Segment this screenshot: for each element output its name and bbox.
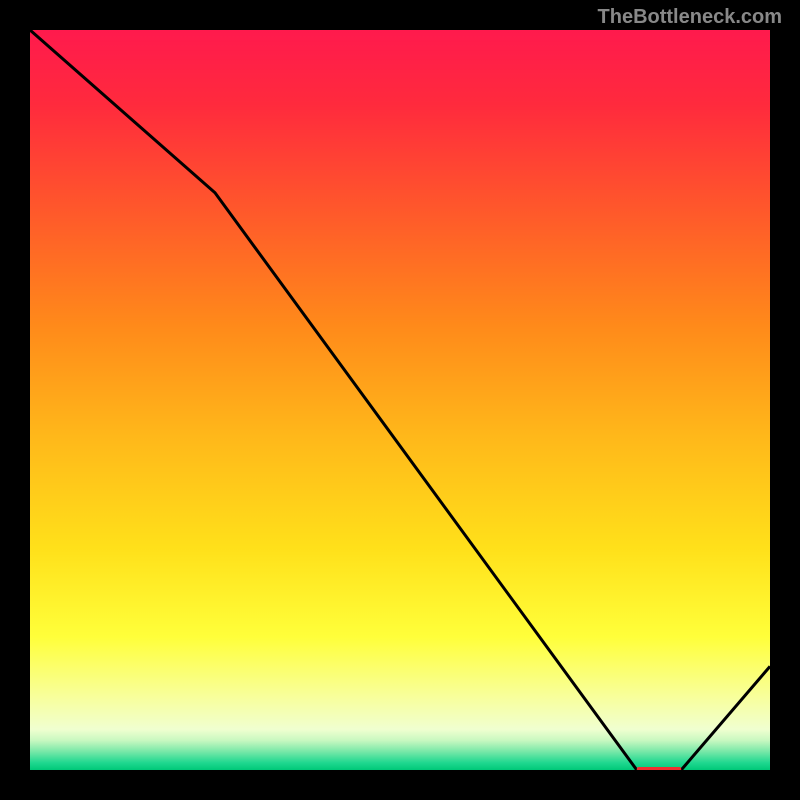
bottleneck-curve — [30, 30, 770, 770]
plot-area — [30, 30, 770, 770]
chart-container: TheBottleneck.com — [0, 0, 800, 800]
watermark-text: TheBottleneck.com — [598, 6, 782, 29]
